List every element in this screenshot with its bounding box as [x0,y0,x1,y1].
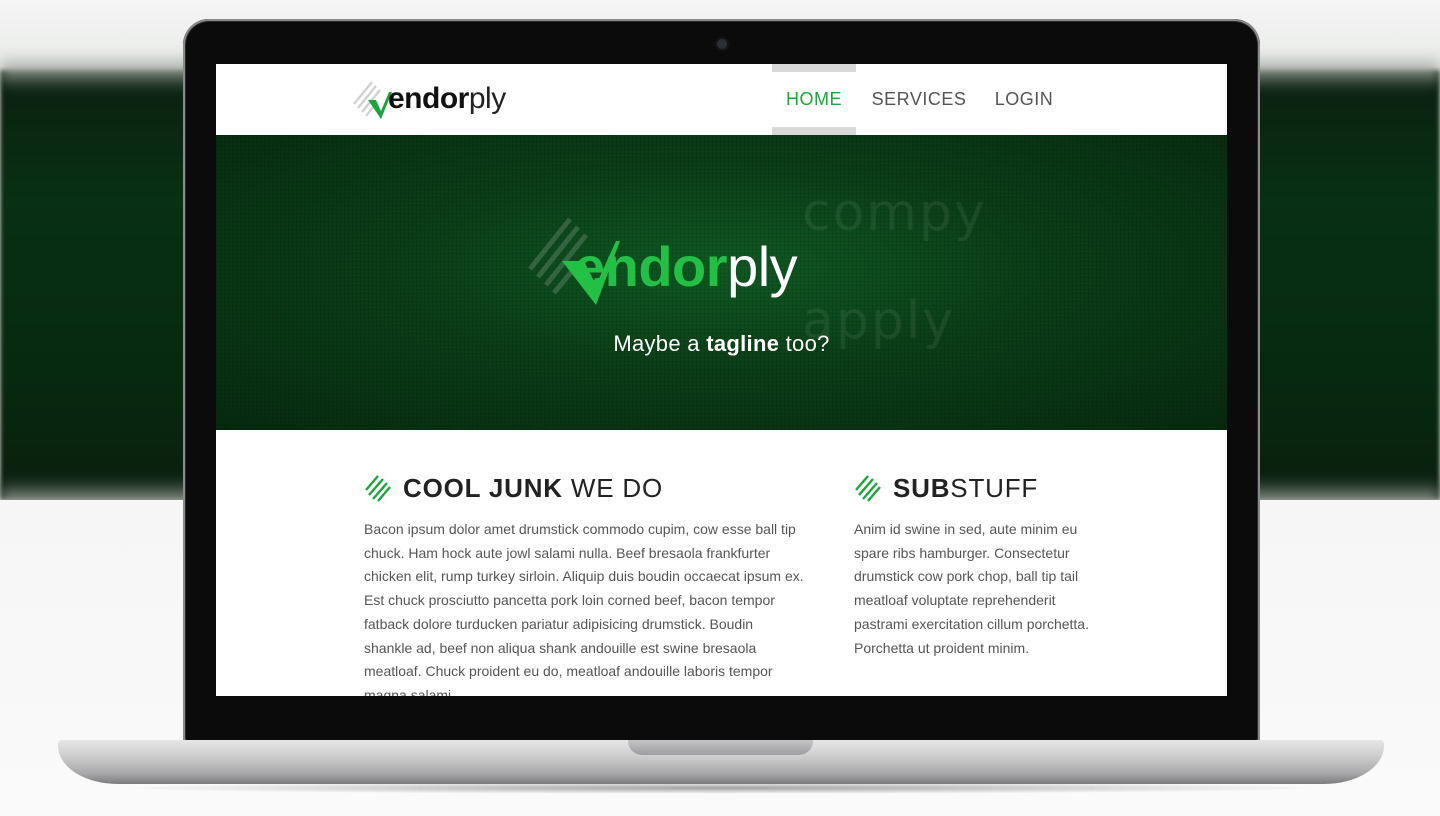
section-title: SUBSTUFF [893,473,1038,504]
section-cool-junk: COOL JUNK WE DO Bacon ipsum dolor amet d… [364,470,804,697]
section-title-bold: COOL JUNK [403,472,563,503]
diagonal-stripes-icon [365,475,391,502]
content-area: COOL JUNK WE DO Bacon ipsum dolor amet d… [216,430,1227,696]
tagline-after: too? [779,331,830,356]
main-nav: HOME SERVICES LOGIN [772,64,1066,135]
webcam-icon [717,39,727,49]
hero-ghost-word: compy [802,183,987,243]
header-logo[interactable]: endorply [352,74,506,124]
nav-login[interactable]: LOGIN [982,64,1066,135]
hero-text-strong: endor [574,235,728,298]
section-title-bold: SUB [893,472,951,503]
hero-text-light: ply [727,235,798,298]
hero-tagline: Maybe a tagline too? [216,331,1227,357]
section-body: Anim id swine in sed, aute minim eu spar… [854,521,1089,656]
website-screen: endorply HOME SERVICES LOGIN compy apply… [216,64,1227,696]
checkmark-stripes-logo-icon [353,81,392,119]
logo-text-strong: endor [388,82,469,115]
laptop-base-notch [628,740,813,755]
site-header: endorply HOME SERVICES LOGIN [216,64,1227,135]
diagonal-stripes-icon [855,475,881,502]
section-title-light: WE DO [562,472,663,503]
hero-wordmark: endorply [574,234,798,299]
logo-wordmark: endorply [388,82,506,116]
section-heading: COOL JUNK WE DO [364,470,804,506]
section-title: COOL JUNK WE DO [403,473,663,504]
nav-services[interactable]: SERVICES [856,64,982,135]
tagline-before: Maybe a [613,331,707,356]
section-body: Bacon ipsum dolor amet drumstick commodo… [364,521,804,696]
section-substuff: SUBSTUFF Anim id swine in sed, aute mini… [854,470,1094,660]
nav-home[interactable]: HOME [772,64,856,135]
hero-banner: compy apply endorply Maybe a tagline too… [216,135,1227,430]
tagline-bold: tagline [706,331,780,356]
section-title-light: STUFF [950,472,1039,503]
section-heading: SUBSTUFF [854,470,1094,506]
hero-logo: endorply [526,217,798,309]
logo-text-light: ply [468,82,506,115]
